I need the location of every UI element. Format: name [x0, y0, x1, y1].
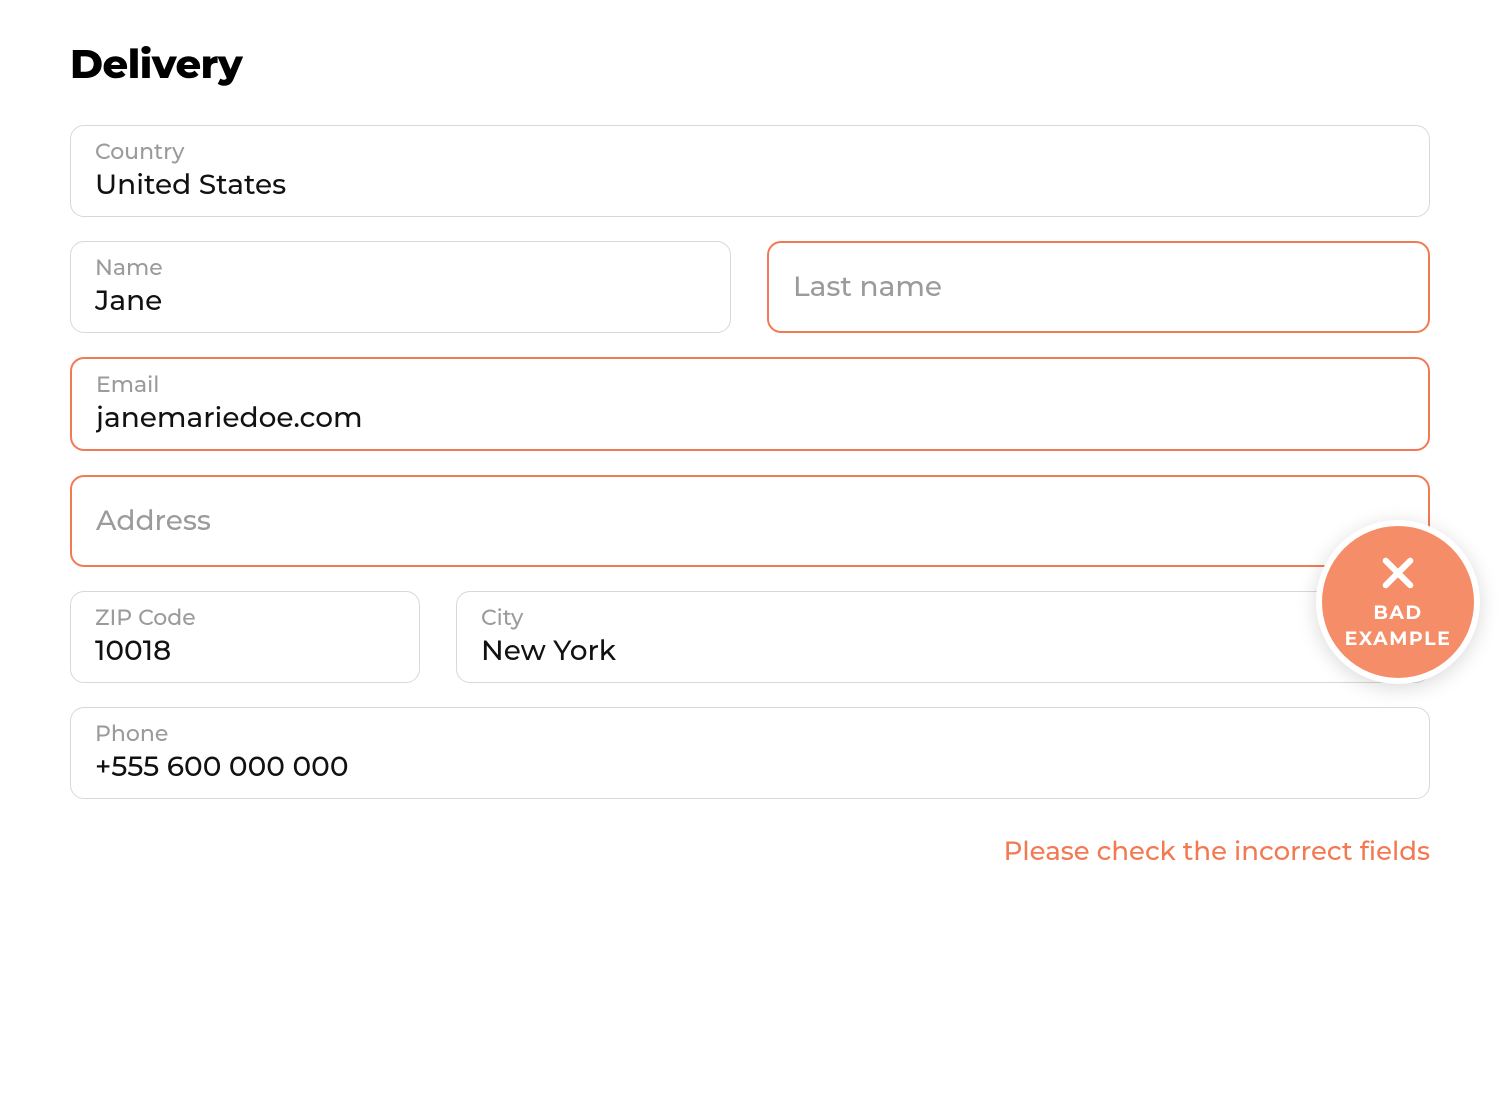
phone-label: Phone: [95, 720, 1405, 747]
lastname-placeholder: Last name: [793, 270, 942, 304]
zip-label: ZIP Code: [95, 604, 395, 631]
email-field[interactable]: Email: [70, 357, 1430, 451]
country-input[interactable]: [95, 168, 1405, 202]
badge-line1: BAD: [1373, 601, 1422, 624]
phone-field[interactable]: Phone: [70, 707, 1430, 799]
phone-input[interactable]: [95, 750, 1405, 784]
lastname-field[interactable]: Last name: [767, 241, 1430, 333]
close-icon: [1377, 552, 1419, 594]
page-title: Delivery: [70, 40, 1430, 89]
badge-text: BAD EXAMPLE: [1345, 600, 1452, 651]
name-label: Name: [95, 254, 706, 281]
address-placeholder: Address: [96, 504, 211, 538]
country-field[interactable]: Country: [70, 125, 1430, 217]
city-label: City: [481, 604, 1405, 631]
form-error-message: Please check the incorrect fields: [70, 835, 1430, 867]
name-input[interactable]: [95, 284, 706, 318]
address-field[interactable]: Address: [70, 475, 1430, 567]
email-input[interactable]: [96, 401, 1404, 435]
name-field[interactable]: Name: [70, 241, 731, 333]
city-field[interactable]: City: [456, 591, 1430, 683]
email-label: Email: [96, 371, 1404, 398]
zip-input[interactable]: [95, 634, 395, 668]
country-label: Country: [95, 138, 1405, 165]
bad-example-badge: BAD EXAMPLE: [1316, 520, 1480, 684]
zip-field[interactable]: ZIP Code: [70, 591, 420, 683]
delivery-form: Country Name Last name Email Address ZIP…: [70, 125, 1430, 867]
badge-line2: EXAMPLE: [1345, 627, 1452, 650]
city-input[interactable]: [481, 634, 1405, 668]
